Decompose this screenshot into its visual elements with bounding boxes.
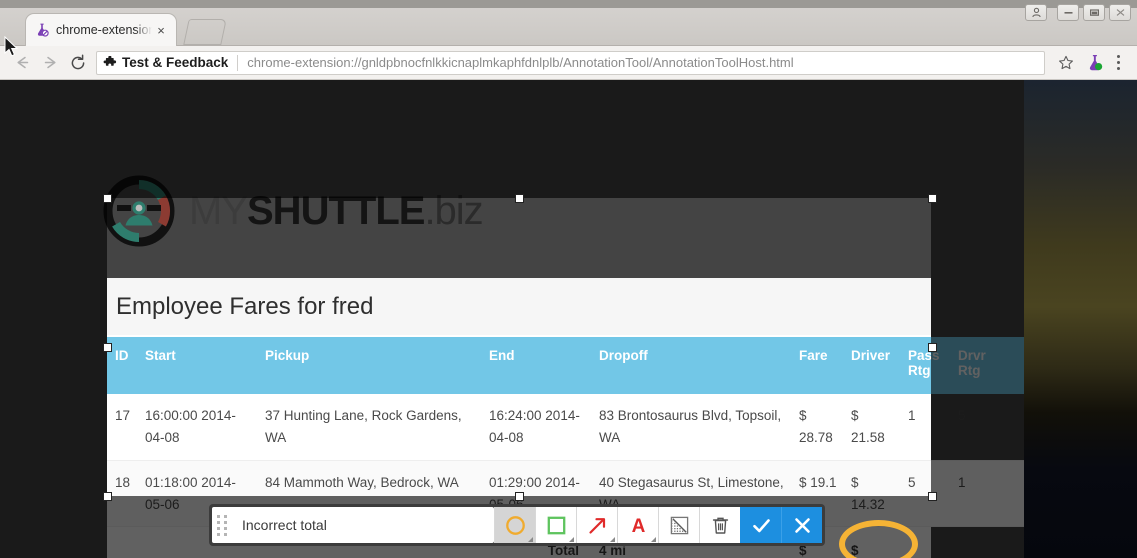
site-logo: MYSHUTTLE.biz — [103, 175, 484, 247]
tool-options-corner[interactable] — [569, 537, 574, 542]
text-a-icon: A — [631, 516, 645, 536]
cell-pickup: 37 Hunting Lane, Rock Gardens, WA — [257, 394, 481, 461]
logo-biz: .biz — [424, 189, 483, 233]
comment-field-wrapper — [212, 507, 494, 543]
steering-wheel-icon — [103, 175, 175, 247]
cell-fare: $ 28.78 — [791, 394, 843, 461]
check-icon — [752, 518, 770, 532]
bookmark-star-icon[interactable] — [1053, 50, 1079, 76]
column-header-pickup[interactable]: Pickup — [257, 337, 481, 394]
browser-window: chrome-extension:// × Test & Feedback ch… — [0, 0, 1137, 558]
annotation-comment-input[interactable] — [232, 517, 494, 533]
trash-icon — [712, 517, 728, 534]
cell-end: 16:24:00 2014-04-08 — [481, 394, 591, 461]
dim-overlay-left — [0, 198, 107, 496]
selection-handle-top-left[interactable] — [103, 194, 112, 203]
table-header-row: ID Start Pickup End Dropoff Fare Driver … — [107, 337, 1024, 394]
url-text: chrome-extension://gnldpbnocfnlkkicnaplm… — [247, 55, 794, 70]
delete-annotation-button[interactable] — [699, 507, 740, 543]
total-spacer-1 — [107, 527, 137, 558]
tool-options-corner[interactable] — [528, 537, 533, 542]
drvr-rtg-line1: Drvr — [958, 348, 986, 363]
puzzle-piece-icon — [103, 55, 117, 70]
selection-handle-bottom-left[interactable] — [103, 492, 112, 501]
arrow-icon — [588, 517, 605, 534]
arrow-tool-button[interactable] — [576, 507, 617, 543]
logo-my: MY — [189, 189, 248, 233]
page-title: Employee Fares for fred — [116, 292, 374, 320]
extension-name: Test & Feedback — [122, 55, 229, 70]
new-tab-button[interactable] — [183, 19, 227, 45]
extension-badge: Test & Feedback — [103, 55, 228, 70]
drag-handle-icon[interactable] — [212, 507, 232, 543]
selection-handle-bottom-right[interactable] — [928, 492, 937, 501]
cell-dropoff: 83 Brontosaurus Blvd, Topsoil, WA — [591, 394, 791, 461]
rectangle-icon — [547, 516, 565, 534]
tab-close-icon[interactable]: × — [154, 23, 168, 38]
table-row[interactable]: 17 16:00:00 2014-04-08 37 Hunting Lane, … — [107, 394, 1024, 461]
url-divider — [237, 54, 239, 71]
cell-drvr-rtg: 1 — [950, 460, 1024, 528]
blur-icon — [670, 516, 688, 534]
titlebar-top-strip — [0, 0, 1137, 8]
column-header-pass-rtg[interactable]: Pass Rtg — [900, 337, 950, 394]
confirm-annotation-button[interactable] — [740, 507, 781, 543]
close-x-icon — [794, 517, 810, 533]
cell-pass-rtg: 1 — [900, 394, 950, 461]
browser-toolbar: Test & Feedback chrome-extension://gnldp… — [0, 46, 1137, 80]
selection-handle-top-center[interactable] — [515, 194, 524, 203]
reload-button[interactable] — [64, 49, 92, 77]
page-viewport: MYSHUTTLE.biz Internal Use Only Employee… — [0, 80, 1024, 558]
drvr-rtg-line2: Rtg — [958, 363, 981, 378]
column-header-fare[interactable]: Fare — [791, 337, 843, 394]
blur-tool-button[interactable] — [658, 507, 699, 543]
cancel-annotation-button[interactable] — [781, 507, 822, 543]
tool-options-corner[interactable] — [610, 537, 615, 542]
column-header-end[interactable]: End — [481, 337, 591, 394]
address-bar[interactable]: Test & Feedback chrome-extension://gnldp… — [96, 50, 1045, 75]
svg-text:A: A — [631, 516, 645, 536]
column-header-start[interactable]: Start — [137, 337, 257, 394]
test-feedback-extension-icon[interactable] — [1083, 51, 1107, 75]
flask-icon — [34, 22, 50, 38]
cell-drvr-rtg: 5 — [950, 394, 1024, 461]
chrome-menu-icon[interactable] — [1107, 50, 1129, 76]
ellipse-tool-button[interactable] — [494, 507, 535, 543]
rectangle-tool-button[interactable] — [535, 507, 576, 543]
window-titlebar: chrome-extension:// × — [0, 0, 1137, 46]
ellipse-icon — [505, 515, 525, 535]
cell-pass-rtg: 5 — [900, 460, 950, 528]
column-header-dropoff[interactable]: Dropoff — [591, 337, 791, 394]
cell-driver: $ 21.58 — [843, 394, 900, 461]
annotation-toolbar: A — [209, 504, 825, 546]
logo-shuttle: SHUTTLE — [247, 189, 425, 233]
total-spacer-5 — [950, 527, 1024, 558]
cell-driver: $ 14.32 — [843, 460, 900, 528]
mouse-cursor — [4, 36, 19, 57]
cell-start: 16:00:00 2014-04-08 — [137, 394, 257, 461]
logo-wordmark: MYSHUTTLE.biz — [189, 189, 484, 233]
tab-strip: chrome-extension:// × — [0, 8, 1137, 46]
selection-handle-bottom-center[interactable] — [515, 492, 524, 501]
selection-handle-middle-left[interactable] — [103, 343, 112, 352]
tool-options-corner[interactable] — [651, 537, 656, 542]
selection-handle-middle-right[interactable] — [928, 343, 937, 352]
pass-rtg-line2: Rtg — [908, 363, 931, 378]
panel-header: Employee Fares for fred — [107, 278, 931, 335]
cell-id: 17 — [107, 394, 137, 461]
selection-handle-top-right[interactable] — [928, 194, 937, 203]
tab-title: chrome-extension:// — [56, 23, 152, 37]
column-header-driver[interactable]: Driver — [843, 337, 900, 394]
forward-button[interactable] — [36, 49, 64, 77]
text-tool-button[interactable]: A — [617, 507, 658, 543]
browser-tab[interactable]: chrome-extension:// × — [25, 13, 177, 46]
column-header-drvr-rtg[interactable]: Drvr Rtg — [950, 337, 1024, 394]
